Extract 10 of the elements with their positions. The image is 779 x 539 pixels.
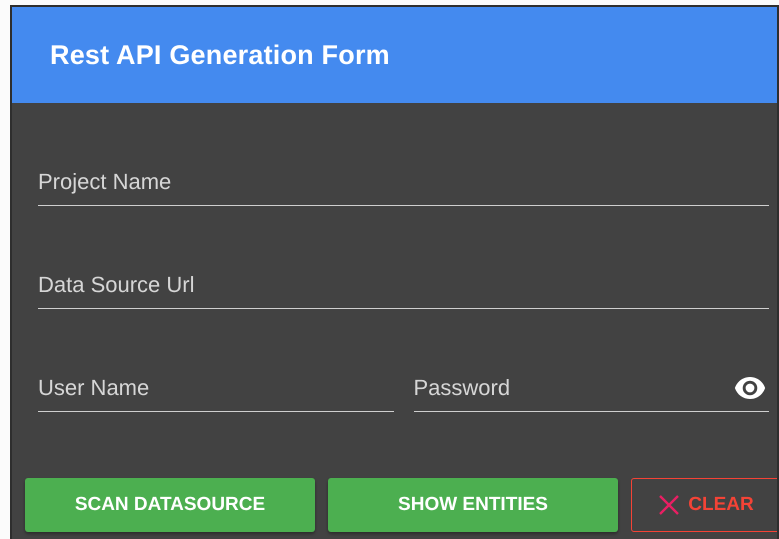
action-button[interactable]: SCAN DATASOURCE xyxy=(25,478,315,532)
close-icon xyxy=(658,494,680,516)
text-field[interactable]: Data Source Url xyxy=(38,261,769,309)
password-field[interactable]: Password xyxy=(414,364,769,412)
text-field[interactable]: Project Name xyxy=(38,158,769,206)
action-button[interactable]: SHOW ENTITIES xyxy=(328,478,618,532)
form-title: Rest API Generation Form xyxy=(50,40,390,70)
text-field[interactable]: User Name xyxy=(38,364,394,412)
clear-button[interactable]: CLEAR xyxy=(631,478,777,532)
eye-icon[interactable] xyxy=(733,377,767,399)
